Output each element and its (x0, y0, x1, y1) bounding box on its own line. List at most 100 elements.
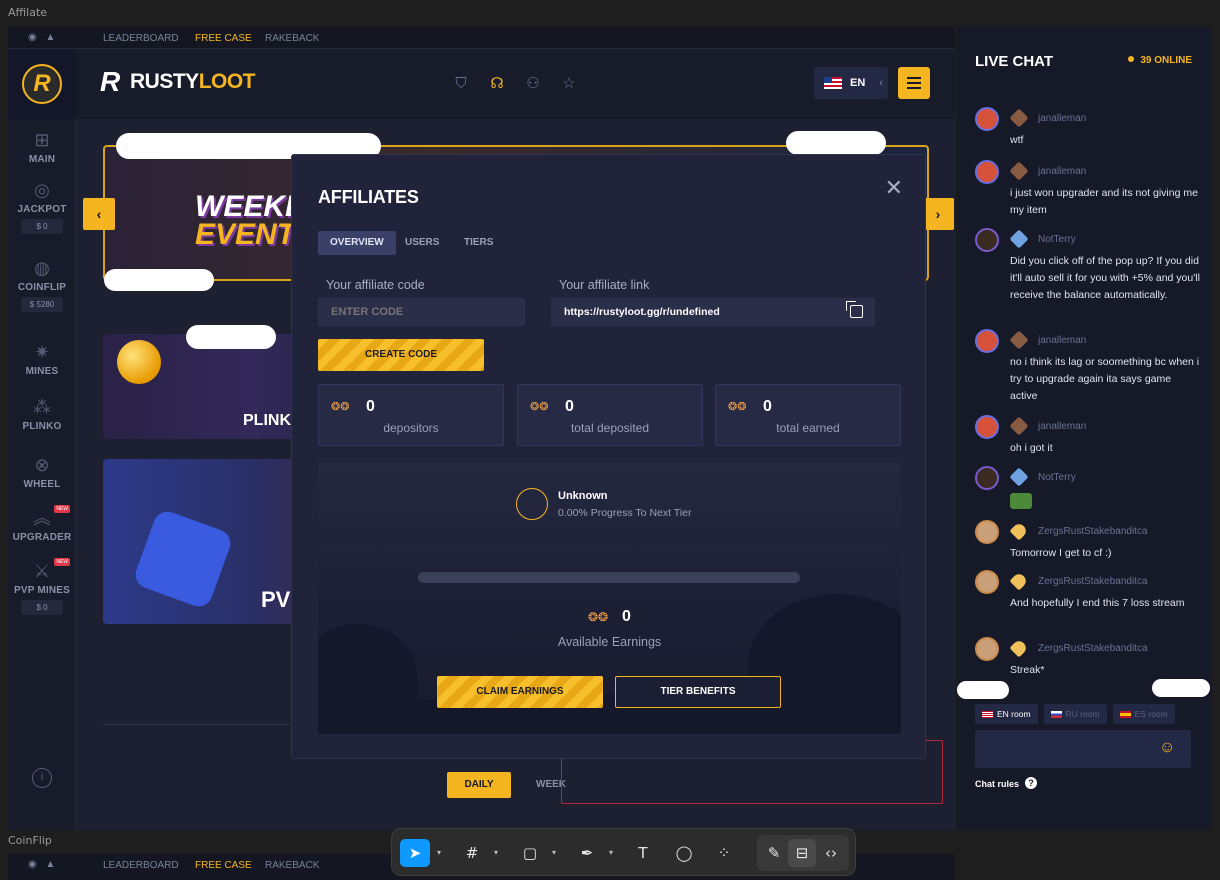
chat-rules-link[interactable]: Chat rules (975, 779, 1019, 789)
grid-icon: ⊞ (34, 130, 50, 150)
coinflip-amount: $ 5280 (21, 297, 63, 312)
chat-username[interactable]: janalleman (1038, 166, 1086, 177)
avatar[interactable] (975, 637, 999, 661)
affiliate-link-field[interactable]: https://rustyloot.gg/r/undefined (551, 298, 875, 326)
discord-twitter-icons[interactable]: ◉ ▲ (28, 859, 58, 870)
tier-benefits-button[interactable]: TIER BENEFITS (615, 676, 781, 708)
avatar[interactable] (975, 415, 999, 439)
rectangle-icon[interactable]: ▢ (516, 839, 544, 867)
rakeback-link[interactable]: RAKEBACK (265, 33, 319, 44)
banner-prev-button[interactable]: ‹ (83, 198, 115, 230)
chat-text: Tomorrow I get to cf :) (1010, 547, 1112, 559)
chat-username[interactable]: ZergsRustStakebanditca (1038, 643, 1148, 654)
chat-username[interactable]: NotTerry (1038, 472, 1076, 483)
coin-icon: ◍ (34, 258, 50, 278)
sidebar-item-main[interactable]: ⊞ MAIN (8, 129, 76, 165)
free-case-link[interactable]: FREE CASE (195, 860, 252, 871)
discord-twitter-icons[interactable]: ◉ ▲ (28, 32, 58, 43)
chat-text: i just won upgrader and its not giving m… (1010, 187, 1198, 216)
frame-label-bottom[interactable]: CoinFlip (8, 834, 52, 847)
sidebar-item-upgrader[interactable]: ︽ NEW UPGRADER (8, 505, 76, 543)
chat-username[interactable]: janalleman (1038, 421, 1086, 432)
pen-icon[interactable]: ✒ (573, 839, 601, 867)
affiliate-code-input[interactable] (318, 298, 525, 326)
avatar[interactable] (975, 160, 999, 184)
rank-icon (1009, 521, 1029, 541)
rank-icon (1009, 108, 1029, 128)
brand-rusty: RUSTY (130, 70, 199, 93)
sidebar-item-pvp-mines[interactable]: ⚔ NEW PVP MINES $ 0 (8, 558, 76, 615)
frame-icon[interactable]: # (458, 839, 486, 867)
text-icon[interactable]: T (629, 839, 657, 867)
code-icon[interactable]: ‹› (817, 839, 845, 867)
menu-button[interactable] (898, 67, 930, 99)
sidebar-item-plinko[interactable]: ⁂ PLINKO (8, 396, 76, 432)
create-code-button[interactable]: CREATE CODE (318, 339, 484, 371)
live-chat-panel: LIVE CHAT 39 ONLINE janalleman wtf janal… (957, 27, 1212, 830)
brand-logo[interactable]: R RUSTYLOOT (100, 67, 256, 97)
tab-overview[interactable]: OVERVIEW (318, 231, 396, 255)
sidebar-item-coinflip[interactable]: ◍ COINFLIP $ 5280 (8, 257, 76, 312)
tier-name: Unknown (558, 490, 608, 502)
chevron-down-icon[interactable]: ▾ (606, 839, 616, 867)
sidebar-logo[interactable]: R (8, 49, 76, 119)
chevron-down-icon[interactable]: ▾ (434, 839, 444, 867)
coins-icon: ❂❂ (331, 401, 350, 413)
avatar[interactable] (975, 570, 999, 594)
affiliates-modal: AFFILIATES ✕ OVERVIEW USERS TIERS Your a… (291, 154, 926, 759)
leaderboard-link[interactable]: LEADERBOARD (103, 33, 179, 44)
room-ru-button[interactable]: RU room (1043, 704, 1107, 724)
help-icon[interactable]: ? (1025, 777, 1037, 789)
info-icon[interactable]: i (32, 768, 52, 788)
tab-tiers[interactable]: TIERS (452, 231, 505, 255)
chat-username[interactable]: ZergsRustStakebanditca (1038, 526, 1148, 537)
banner-next-button[interactable]: › (922, 198, 954, 230)
frame-label-top[interactable]: Affilate (8, 6, 47, 19)
actions-icon[interactable]: ⁘ (710, 839, 738, 867)
draw-icon[interactable]: ✎ (760, 839, 788, 867)
shield-icon[interactable]: ⛉ (452, 75, 470, 93)
rank-icon (1009, 161, 1029, 181)
avatar[interactable] (975, 520, 999, 544)
chevron-down-icon[interactable]: ▾ (549, 839, 559, 867)
wheel-icon: ⊗ (34, 455, 50, 475)
chevron-down-icon[interactable]: ▾ (491, 839, 501, 867)
chat-username[interactable]: janalleman (1038, 113, 1086, 124)
room-en-button[interactable]: EN room (975, 704, 1038, 724)
rakeback-link[interactable]: RAKEBACK (265, 860, 319, 871)
headset-icon[interactable]: ☊ (488, 75, 506, 93)
leaderboard-tab-daily[interactable]: DAILY (447, 772, 511, 798)
logo-icon: R (22, 64, 62, 104)
free-case-link[interactable]: FREE CASE (195, 33, 252, 44)
claim-earnings-button[interactable]: CLAIM EARNINGS (437, 676, 603, 708)
sidebar-item-wheel[interactable]: ⊗ WHEEL (8, 454, 76, 490)
move-icon[interactable]: ➤ (400, 839, 430, 867)
emoji-icon[interactable]: ☺ (1159, 739, 1175, 757)
close-icon[interactable]: ✕ (885, 177, 903, 199)
stat-total-deposited: ❂❂ 0 total deposited (517, 384, 703, 446)
chat-username[interactable]: ZergsRustStakebanditca (1038, 576, 1148, 587)
design-toolbar: ➤ ▾ # ▾ ▢ ▾ ✒ ▾ T ◯ ⁘ ✎ ⊟ ‹› (391, 828, 856, 876)
avatar[interactable] (975, 107, 999, 131)
room-es-button[interactable]: ES room (1112, 704, 1175, 724)
coins-icon: ❂❂ (530, 401, 549, 413)
avatar[interactable] (975, 329, 999, 353)
language-label: EN (850, 77, 866, 89)
stat-label: total deposited (570, 421, 650, 435)
chat-username[interactable]: janalleman (1038, 335, 1086, 346)
language-selector[interactable]: EN ‹ (814, 67, 888, 99)
chat-text: And hopefully I end this 7 loss stream (1010, 597, 1185, 609)
leaderboard-link[interactable]: LEADERBOARD (103, 860, 179, 871)
sidebar-item-jackpot[interactable]: ◎ JACKPOT $ 0 (8, 179, 76, 234)
comment-icon[interactable]: ◯ (670, 839, 698, 867)
avatar[interactable] (975, 228, 999, 252)
chat-text: oh i got it (1010, 442, 1053, 454)
chat-username[interactable]: NotTerry (1038, 234, 1076, 245)
dev-mode-icon[interactable]: ⊟ (788, 839, 816, 867)
users-icon[interactable]: ⚇ (524, 75, 542, 93)
sidebar-item-mines[interactable]: ✷ MINES (8, 341, 76, 377)
copy-icon[interactable] (846, 301, 863, 318)
star-icon[interactable]: ☆ (560, 75, 578, 93)
tab-users[interactable]: USERS (393, 231, 451, 255)
avatar[interactable] (975, 466, 999, 490)
